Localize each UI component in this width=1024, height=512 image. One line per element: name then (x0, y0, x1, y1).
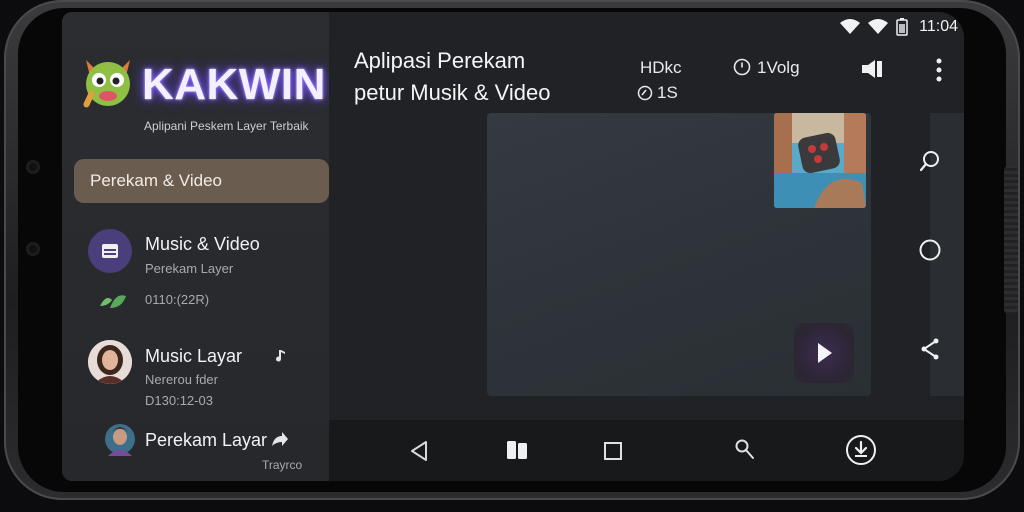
clock-icon (733, 58, 751, 76)
sidebar-item-perekam-video[interactable]: Perekam & Video (74, 159, 329, 203)
split-screen-icon[interactable] (505, 438, 529, 462)
tagline: Aplipani Peskem Layer Terbaik (144, 119, 309, 133)
speaker-icon[interactable] (860, 58, 884, 80)
item-title: Perekam Layar (145, 430, 268, 450)
menu-icon (88, 229, 132, 273)
share-icon[interactable] (919, 337, 941, 361)
bottom-nav (329, 420, 964, 481)
mascot-icon (83, 60, 130, 108)
wifi-icon (840, 19, 861, 34)
list-item-perekam-layar[interactable]: Perekam Layar Trayrco (88, 422, 328, 478)
play-button[interactable] (794, 323, 854, 383)
avatar (104, 422, 136, 458)
list-item-music-video[interactable]: Music & Video Perekam Layer 0110:(22R) (88, 227, 328, 317)
status-bar: 11:04 (839, 12, 958, 42)
front-camera-icon (26, 160, 40, 174)
leaf-icon (100, 295, 126, 308)
more-vert-icon[interactable] (935, 58, 943, 82)
sidebar-item-label: Perekam & Video (90, 171, 222, 190)
item-title: Music & Video (145, 234, 260, 254)
back-icon[interactable] (409, 440, 429, 462)
search-icon[interactable] (919, 150, 941, 172)
main-panel: Aplipasi Perekam petur Musik & Video HDk… (329, 12, 964, 481)
brand-name: KAKWIN (142, 60, 326, 109)
clock-label: 1Volg (757, 58, 800, 77)
timer-icon (637, 85, 653, 101)
quality-label[interactable]: HDkc (640, 58, 682, 78)
sensor-icon (26, 242, 40, 256)
screen: KAKWIN Aplipani Peskem Layer Terbaik Per… (62, 12, 964, 481)
video-thumbnail[interactable] (774, 113, 866, 208)
record-icon[interactable] (919, 239, 941, 261)
item-title: Music Layar (145, 346, 243, 366)
item-subtitle: Nererou fder (145, 372, 218, 387)
page-title: Aplipasi Perekam (354, 48, 526, 73)
clock-setting[interactable]: 1Volg (733, 58, 800, 78)
item-subtitle: Perekam Layer (145, 261, 234, 276)
duration-value: 1S (657, 83, 678, 102)
item-meta: Trayrco (262, 458, 303, 472)
download-icon[interactable] (845, 434, 877, 466)
signal-icon (868, 19, 889, 34)
duration-label[interactable]: 1S (637, 83, 678, 103)
recents-icon[interactable] (603, 441, 623, 461)
item-meta: 0110:(22R) (145, 292, 210, 307)
side-button (1004, 165, 1018, 315)
music-note-icon[interactable] (272, 348, 288, 364)
status-time: 11:04 (919, 18, 958, 35)
share-icon[interactable] (270, 432, 288, 448)
sidebar: KAKWIN Aplipani Peskem Layer Terbaik Per… (62, 12, 329, 481)
app-logo: KAKWIN (80, 50, 325, 120)
avatar (88, 340, 132, 384)
battery-icon (896, 18, 908, 36)
search-icon[interactable] (734, 438, 756, 462)
item-meta: D130:12-03 (145, 393, 213, 408)
list-item-music-layar[interactable]: Music Layar Nererou fder D130:12-03 (88, 338, 328, 418)
page-subtitle: petur Musik & Video (354, 80, 551, 105)
